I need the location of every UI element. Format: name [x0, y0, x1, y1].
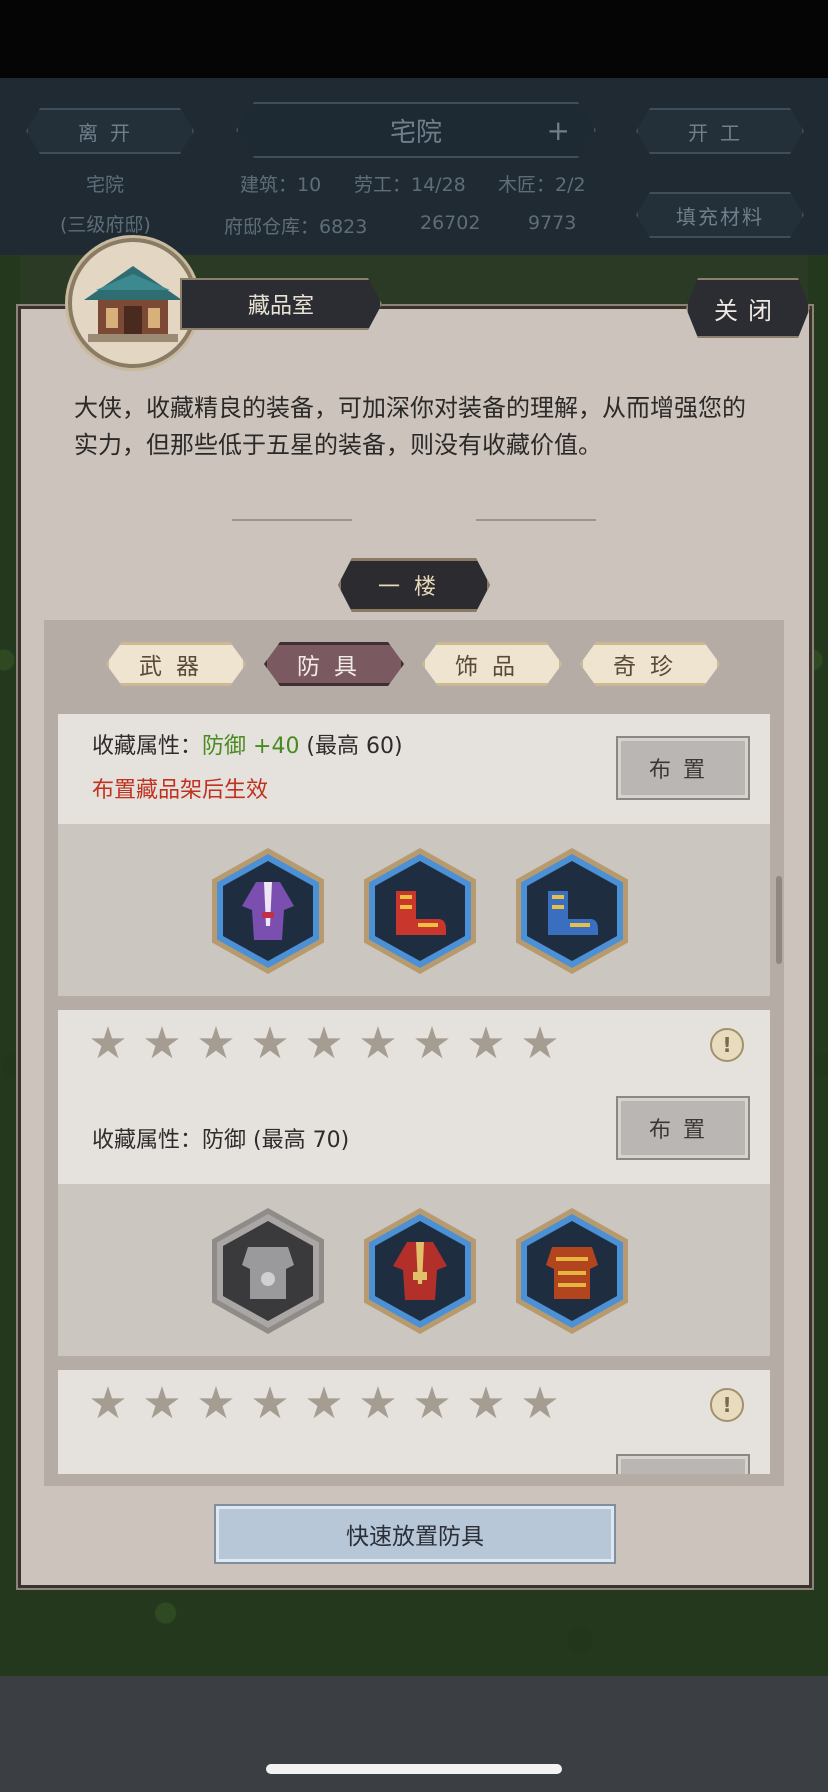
carpenter-count: 木匠：2/2 — [498, 174, 586, 196]
star-icon: ★ — [520, 1018, 560, 1069]
ornament-divider-left — [232, 519, 352, 521]
resource-3-count: 9773 — [528, 212, 577, 234]
red-robe-icon — [393, 1242, 447, 1300]
start-work-button[interactable]: 开工 — [636, 108, 804, 154]
collection-attribute: 收藏属性：防御 (最高 70) — [92, 1128, 350, 1153]
building-count: 建筑：10 — [240, 174, 322, 196]
item-slot[interactable] — [516, 1208, 628, 1334]
place-button[interactable] — [616, 1454, 750, 1474]
home-indicator[interactable] — [266, 1764, 562, 1774]
blue-gold-boots-icon — [548, 891, 598, 935]
star-icon: ★ — [412, 1018, 452, 1069]
star-icon: ★ — [250, 1378, 290, 1429]
place-button[interactable]: 布置 — [616, 736, 750, 800]
floor-selector[interactable]: 一楼 — [338, 558, 490, 612]
collection-card-header: ★ ★ ★ ★ ★ ★ ★ ★ ★ ! 收藏属性：防御 (最高 70) 布置 — [58, 1010, 770, 1184]
red-gold-boots-icon — [396, 891, 446, 935]
item-slot[interactable] — [212, 1208, 324, 1334]
star-icon: ★ — [250, 1018, 290, 1069]
effect-hint: 布置藏品架后生效 — [92, 778, 269, 803]
info-icon[interactable]: ! — [710, 1388, 744, 1422]
quick-place-armor-button[interactable]: 快速放置防具 — [214, 1504, 616, 1564]
tab-weapons[interactable]: 武器 — [106, 642, 246, 686]
star-icon: ★ — [88, 1018, 128, 1069]
warehouse-count: 府邸仓库：6823 — [224, 216, 368, 238]
residence-subtitle: 宅院 — [86, 174, 125, 196]
tab-armor[interactable]: 防具 — [264, 642, 404, 686]
star-icon: ★ — [520, 1378, 560, 1429]
collection-room-building-icon — [68, 238, 198, 368]
star-icon: ★ — [466, 1018, 506, 1069]
collection-card-items — [58, 824, 770, 996]
star-icon: ★ — [88, 1378, 128, 1429]
info-icon[interactable]: ! — [710, 1028, 744, 1062]
residence-title-bar: 宅院 + — [236, 102, 596, 158]
star-icon: ★ — [142, 1018, 182, 1069]
star-icon: ★ — [196, 1378, 236, 1429]
scrollbar[interactable] — [776, 876, 782, 964]
star-icon: ★ — [304, 1018, 344, 1069]
collection-attribute: 收藏属性：防御 +40 (最高 60) — [92, 734, 403, 759]
hedge-bottom — [0, 1586, 828, 1676]
collection-description: 大侠，收藏精良的装备，可加深你对装备的理解，从而增强您的实力，但那些低于五星的装… — [74, 394, 746, 459]
star-icon: ★ — [412, 1378, 452, 1429]
star-rating: ★ ★ ★ ★ ★ ★ ★ ★ ★ — [88, 1378, 560, 1429]
ornament-divider-right — [476, 519, 596, 521]
close-button[interactable]: 关闭 — [686, 278, 810, 338]
tab-treasures[interactable]: 奇珍 — [580, 642, 720, 686]
fill-materials-button[interactable]: 填充材料 — [636, 192, 804, 238]
collection-card-header: ★ ★ ★ ★ ★ ★ ★ ★ ★ ! — [58, 1370, 770, 1474]
star-icon: ★ — [142, 1378, 182, 1429]
item-slot[interactable] — [364, 848, 476, 974]
tab-accessories[interactable]: 饰品 — [422, 642, 562, 686]
gold-red-armor-icon — [546, 1247, 598, 1299]
resource-2-count: 26702 — [420, 212, 481, 234]
star-icon: ★ — [466, 1378, 506, 1429]
item-slot[interactable] — [364, 1208, 476, 1334]
star-icon: ★ — [358, 1018, 398, 1069]
leave-button[interactable]: 离开 — [26, 108, 194, 154]
plus-icon[interactable]: + — [547, 114, 570, 147]
residence-level: (三级府邸) — [60, 214, 151, 236]
star-icon: ★ — [358, 1378, 398, 1429]
collection-list[interactable]: 收藏属性：防御 +40 (最高 60) 布置藏品架后生效 布置 ★ ★ ★ ★ … — [58, 714, 770, 1474]
item-slot[interactable] — [516, 848, 628, 974]
labor-count: 劳工：14/28 — [354, 174, 466, 196]
purple-robe-icon — [242, 882, 294, 940]
collection-card-header: 收藏属性：防御 +40 (最高 60) 布置藏品架后生效 布置 — [58, 714, 770, 824]
star-icon: ★ — [304, 1378, 344, 1429]
star-rating: ★ ★ ★ ★ ★ ★ ★ ★ ★ — [88, 1018, 560, 1069]
collection-card-items — [58, 1184, 770, 1356]
star-icon: ★ — [196, 1018, 236, 1069]
dialog-title: 藏品室 — [180, 278, 382, 330]
item-slot[interactable] — [212, 848, 324, 974]
place-button[interactable]: 布置 — [616, 1096, 750, 1160]
silver-armor-icon — [242, 1247, 294, 1299]
